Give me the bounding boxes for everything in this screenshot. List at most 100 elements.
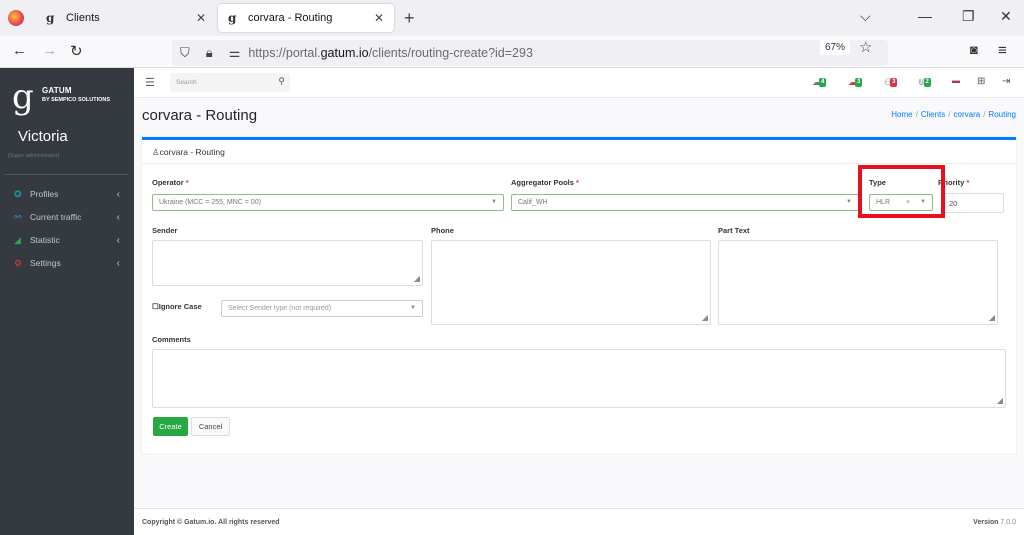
search-icon[interactable]: ⚲	[278, 76, 285, 87]
url-path: /clients/routing-create?id=293	[368, 46, 533, 60]
pocket-icon[interactable]: ◙	[970, 42, 978, 57]
users-notification[interactable]: ⚇ 3	[884, 77, 898, 88]
sidebar-divider	[4, 174, 128, 175]
version-text: Version 7.0.0	[973, 519, 1016, 526]
resize-grip-icon[interactable]: ◢	[989, 313, 995, 322]
ignore-case-checkbox[interactable]: ☐Ignore Case	[152, 302, 202, 311]
forward-icon[interactable]: →	[42, 42, 57, 59]
shield-icon[interactable]: ⛉	[180, 45, 190, 61]
sender-textarea[interactable]: ◢	[152, 240, 423, 286]
tab-list-chevron-icon[interactable]: ⌵	[860, 8, 871, 25]
sidebar-item-label: Settings	[30, 258, 61, 268]
phone-label: Phone	[431, 226, 454, 235]
gatum-logo-icon[interactable]: g	[12, 80, 34, 114]
sender-type-select[interactable]: Select Sender type (not required) ▼	[221, 300, 423, 317]
operator-label: Operator *	[152, 178, 189, 187]
badge-count: 3	[855, 78, 863, 87]
browser-tab-bar: g Clients ✕ g corvara - Routing ✕ + ⌵ — …	[0, 0, 1024, 36]
resize-grip-icon[interactable]: ◢	[997, 396, 1003, 405]
breadcrumb-routing: Routing	[988, 110, 1016, 119]
aggregator-pools-select[interactable]: Calif_WH ▼	[511, 194, 859, 211]
breadcrumb-home[interactable]: Home	[891, 110, 912, 119]
sidebar-item-label: Statistic	[30, 235, 60, 245]
tab-label: Clients	[66, 12, 100, 24]
url-prefix: https://portal.	[248, 46, 321, 60]
close-window-icon[interactable]: ✕	[1000, 8, 1012, 25]
operator-select[interactable]: Ukraine (MCC = 255, MNC = 00) ▼	[152, 194, 504, 211]
gears-icon: ⚙	[14, 257, 23, 268]
part-text-textarea[interactable]: ◢	[718, 240, 998, 325]
close-tab-icon[interactable]: ✕	[374, 11, 384, 25]
caret-down-icon: ▼	[491, 199, 497, 205]
search-input[interactable]: Search ⚲	[170, 73, 290, 92]
cancel-button[interactable]: Cancel	[191, 417, 230, 436]
traffic-icon: ⚯	[14, 211, 22, 222]
menu-icon[interactable]: ≡	[998, 42, 1007, 59]
tab-clients[interactable]: g Clients ✕	[36, 4, 216, 32]
alert-messages-notification[interactable]: ☁ 3	[848, 77, 863, 88]
page-title: corvara - Routing	[142, 107, 258, 124]
brand-name: GATUM	[42, 86, 72, 95]
badge-count: 4	[819, 78, 827, 87]
breadcrumb-corvara[interactable]: corvara	[954, 110, 981, 119]
hamburger-menu-icon[interactable]: ☰	[145, 76, 155, 89]
chart-icon: ◢	[14, 234, 21, 245]
search-placeholder: Search	[176, 79, 197, 86]
browser-nav-bar: ← → ↻ ⛉ 🔒︎ ⚌ https://portal. gatum.io/cli…	[0, 36, 1024, 68]
badge-count: 2	[923, 78, 931, 87]
checkbox-icon[interactable]: ☐	[152, 302, 159, 311]
part-text-label: Part Text	[718, 226, 750, 235]
messages-notification[interactable]: ☁ 4	[812, 77, 827, 88]
phone-textarea[interactable]: ◢	[431, 240, 711, 325]
user-tie-icon: ♙	[152, 147, 160, 157]
plug-notification[interactable]: ⋓ 2	[918, 77, 931, 88]
top-navbar: ☰ Search ⚲ ☁ 4 ☁ 3 ⚇ 3 ⋓ 2 ▬ ⊞ ⇥	[134, 68, 1024, 98]
permissions-icon[interactable]: ⚌	[229, 45, 241, 61]
resize-grip-icon[interactable]: ◢	[702, 313, 708, 322]
caret-down-icon: ▼	[846, 199, 852, 205]
fullscreen-grid-icon[interactable]: ⊞	[977, 76, 985, 87]
user-role: [Super administrator]	[8, 153, 60, 159]
lock-icon[interactable]: 🔒︎	[206, 45, 213, 61]
new-tab-icon[interactable]: +	[404, 8, 415, 29]
breadcrumb: Home / Clients / corvara / Routing	[891, 110, 1016, 119]
user-name[interactable]: Victoria	[18, 128, 68, 145]
comments-textarea[interactable]: ◢	[152, 349, 1006, 408]
language-flag-icon[interactable]: ▬	[952, 76, 960, 85]
breadcrumb-clients[interactable]: Clients	[921, 110, 945, 119]
minimize-icon[interactable]: —	[918, 8, 932, 24]
create-button[interactable]: Create	[153, 417, 188, 436]
chevron-left-icon: ‹	[116, 211, 120, 223]
tab-label: corvara - Routing	[248, 12, 333, 24]
priority-input[interactable]: 20	[942, 193, 1004, 213]
sidebar-item-settings[interactable]: ⚙ Settings ‹	[0, 253, 134, 273]
restore-icon[interactable]: ❐	[962, 8, 975, 25]
caret-down-icon: ▼	[410, 305, 416, 311]
chevron-left-icon: ‹	[116, 257, 120, 269]
badge-count: 3	[890, 78, 898, 87]
url-domain: gatum.io	[320, 46, 369, 60]
sidebar-item-current-traffic[interactable]: ⚯ Current traffic ‹	[0, 207, 134, 227]
gatum-favicon-icon: g	[46, 11, 55, 25]
card-header: ♙corvara - Routing	[142, 140, 1016, 164]
reload-icon[interactable]: ↻	[70, 42, 83, 60]
bookmark-star-icon[interactable]: ☆	[859, 38, 872, 56]
close-tab-icon[interactable]: ✕	[196, 11, 206, 25]
operator-value: Ukraine (MCC = 255, MNC = 00)	[159, 199, 261, 206]
zoom-level[interactable]: 67%	[820, 40, 851, 55]
sidebar-item-statistic[interactable]: ◢ Statistic ‹	[0, 230, 134, 250]
firefox-icon[interactable]	[8, 10, 24, 26]
chevron-left-icon: ‹	[116, 188, 120, 200]
chevron-left-icon: ‹	[116, 234, 120, 246]
logout-icon[interactable]: ⇥	[1002, 76, 1010, 87]
back-icon[interactable]: ←	[12, 42, 27, 59]
card-title: corvara - Routing	[159, 147, 225, 157]
tab-routing[interactable]: g corvara - Routing ✕	[218, 4, 394, 32]
sidebar-item-profiles[interactable]: ✪ Profiles ‹	[0, 184, 134, 204]
brand-subtitle: BY SEMPICO SOLUTIONS	[42, 97, 111, 103]
sender-type-placeholder: Select Sender type (not required)	[228, 305, 332, 312]
aggregator-pools-label: Aggregator Pools *	[511, 178, 579, 187]
url-bar[interactable]: ⛉ 🔒︎ ⚌ https://portal. gatum.io/clients/r…	[172, 40, 888, 66]
resize-grip-icon[interactable]: ◢	[414, 274, 420, 283]
version-number: 7.0.0	[1000, 519, 1016, 526]
